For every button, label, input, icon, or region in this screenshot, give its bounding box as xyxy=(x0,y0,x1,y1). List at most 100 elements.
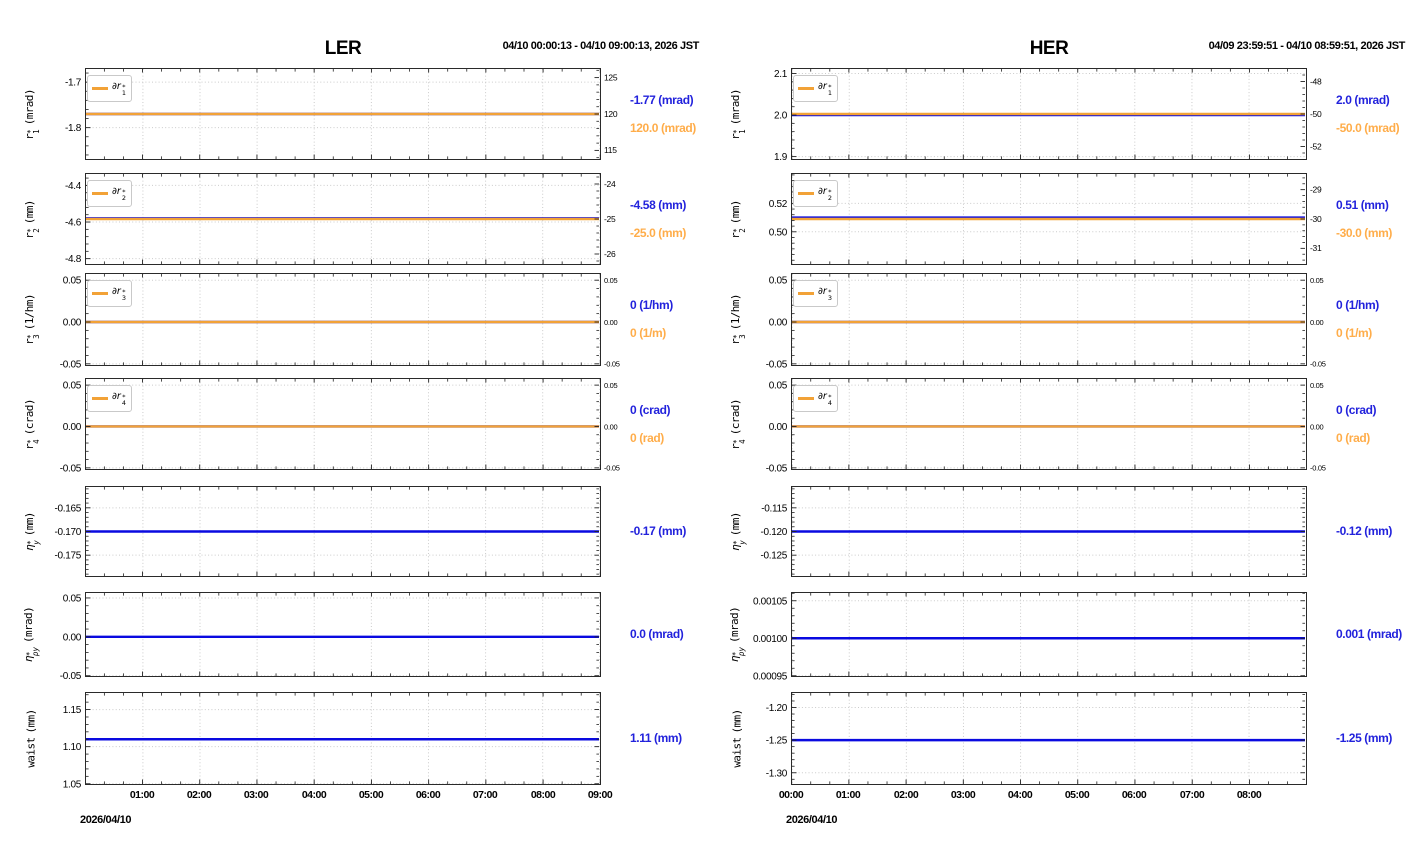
legend-line-sample xyxy=(92,87,108,90)
legend-label: ∂r * 3 xyxy=(818,286,832,302)
value-readout-r4-blue: 0 (crad) xyxy=(1336,403,1377,417)
value-readout-r2-blue: -4.58 (mm) xyxy=(630,198,687,212)
x-tick-label: 04:00 xyxy=(1007,789,1033,801)
legend-line-sample xyxy=(798,292,814,295)
svg-text:0.05: 0.05 xyxy=(1310,381,1324,390)
x-tick-label: 03:00 xyxy=(950,789,976,801)
x-axis-date-ler: 2026/04/10 xyxy=(80,814,132,826)
value-readout-r1-orange: -50.0 (mrad) xyxy=(1336,121,1400,135)
value-readout-r1-blue: -1.77 (mrad) xyxy=(630,93,694,107)
svg-text:-1.8: -1.8 xyxy=(65,123,82,134)
svg-text:-29: -29 xyxy=(1310,184,1322,194)
time-range-label-her: 04/09 23:59:51 - 04/10 08:59:51, 2026 JS… xyxy=(1208,40,1406,52)
svg-text:0.05: 0.05 xyxy=(63,276,82,287)
svg-text:0.00: 0.00 xyxy=(769,318,788,329)
x-tick-label: 02:00 xyxy=(893,789,919,801)
svg-text:2.1: 2.1 xyxy=(774,69,788,80)
panel-ler: LER 04/10 00:00:13 - 04/10 09:00:13, 202… xyxy=(0,0,706,864)
svg-text:0.00: 0.00 xyxy=(63,422,82,433)
svg-text:0.05: 0.05 xyxy=(63,593,82,604)
svg-text:-1.25: -1.25 xyxy=(766,736,788,747)
svg-text:0.05: 0.05 xyxy=(604,381,618,390)
value-readout-r2-blue: 0.51 (mm) xyxy=(1336,198,1389,212)
plot-her-r2: 0.52 0.50 -29 -30 -31 r * 2 (mm) ∂r * 2 0.51 (mm) -30… xyxy=(706,173,1412,265)
panel-her: HER 04/09 23:59:51 - 04/10 08:59:51, 202… xyxy=(706,0,1412,864)
plot-her-r3: 0.05 0.00 -0.05 0.05 0.00 -0.05 r * 3 (1/hm) ∂r * 3 0… xyxy=(706,273,1412,370)
value-readout-eta-py-blue: 0.0 (mrad) xyxy=(630,627,684,641)
legend-label: ∂r * 2 xyxy=(112,186,126,202)
svg-text:0.50: 0.50 xyxy=(769,227,788,238)
x-tick-label: 07:00 xyxy=(1179,789,1205,801)
svg-text:0.05: 0.05 xyxy=(604,276,618,285)
plot-ler-eta-y: -0.165 -0.170 -0.175 η * y (mm) -0.17 (mm) xyxy=(0,486,706,577)
x-tick-label: 08:00 xyxy=(530,789,556,801)
x-tick-label: 01:00 xyxy=(129,789,155,801)
svg-text:0.00095: 0.00095 xyxy=(753,671,788,682)
svg-text:-50: -50 xyxy=(1310,109,1322,119)
svg-text:-0.120: -0.120 xyxy=(760,527,787,538)
svg-text:-0.05: -0.05 xyxy=(1310,464,1326,473)
x-tick-label: 06:00 xyxy=(415,789,441,801)
svg-text:0.00: 0.00 xyxy=(604,422,618,431)
svg-text:1.05: 1.05 xyxy=(63,779,82,790)
svg-text:-0.170: -0.170 xyxy=(54,527,81,538)
svg-text:-0.115: -0.115 xyxy=(761,503,788,514)
plot-ler-r1: -1.7 -1.8 125 120 115 r * 1 (mrad) ∂r * 1 -1.77 (mra… xyxy=(0,68,706,160)
value-readout-r2-orange: -25.0 (mm) xyxy=(630,226,687,240)
svg-text:0.00: 0.00 xyxy=(1310,318,1324,327)
svg-text:0.05: 0.05 xyxy=(769,381,788,392)
x-axis-date-her: 2026/04/10 xyxy=(786,814,838,826)
svg-text:-1.7: -1.7 xyxy=(65,78,82,89)
x-tick-label: 02:00 xyxy=(186,789,212,801)
svg-text:-4.6: -4.6 xyxy=(65,218,82,229)
svg-text:-52: -52 xyxy=(1310,141,1322,151)
svg-text:-0.05: -0.05 xyxy=(766,359,788,370)
x-tick-label: 03:00 xyxy=(243,789,269,801)
legend-line-sample xyxy=(798,192,814,195)
legend-r2: ∂r * 2 xyxy=(87,180,132,207)
legend-r3: ∂r * 3 xyxy=(793,280,838,307)
svg-text:120: 120 xyxy=(604,109,618,119)
legend-r1: ∂r * 1 xyxy=(87,75,132,102)
svg-text:1.10: 1.10 xyxy=(63,742,82,753)
svg-text:-24: -24 xyxy=(604,179,616,189)
x-tick-label: 05:00 xyxy=(1064,789,1090,801)
svg-text:0.05: 0.05 xyxy=(1310,276,1324,285)
legend-label: ∂r * 4 xyxy=(818,391,832,407)
plot-ler-waist: 1.15 1.10 1.05 waist(mm) 1.11 (mm) xyxy=(0,692,706,790)
svg-text:-0.05: -0.05 xyxy=(60,671,82,682)
svg-text:-4.8: -4.8 xyxy=(65,254,82,265)
svg-text:0.05: 0.05 xyxy=(63,381,82,392)
x-tick-label: 09:00 xyxy=(587,789,613,801)
plot-canvas: 0.05 0.00 -0.05 xyxy=(60,592,601,682)
value-readout-r3-orange: 0 (1/m) xyxy=(1336,326,1372,340)
plot-her-eta-py: 0.00105 0.00100 0.00095 η * py (mrad) 0.001 (mr… xyxy=(706,592,1412,682)
svg-text:-4.4: -4.4 xyxy=(65,181,82,192)
svg-text:1.15: 1.15 xyxy=(63,705,82,716)
svg-text:-0.05: -0.05 xyxy=(60,463,82,474)
plot-canvas: -0.165 -0.170 -0.175 xyxy=(54,486,601,577)
plot-her-r4: 0.05 0.00 -0.05 0.05 0.00 -0.05 r * 4 (crad) ∂r * 4 0… xyxy=(706,378,1412,474)
svg-text:2.0: 2.0 xyxy=(774,111,788,122)
value-readout-r3-blue: 0 (1/hm) xyxy=(630,298,673,312)
legend-line-sample xyxy=(92,192,108,195)
legend-label: ∂r * 4 xyxy=(112,391,126,407)
plot-canvas: 0.00105 0.00100 0.00095 xyxy=(753,592,1307,682)
legend-r3: ∂r * 3 xyxy=(87,280,132,307)
plot-ler-r2: -4.4 -4.6 -4.8 -24 -25 -26 r * 2 (mm) ∂r * 2 -4.58 (m… xyxy=(0,173,706,265)
svg-text:0.00105: 0.00105 xyxy=(753,596,788,607)
value-readout-r1-blue: 2.0 (mrad) xyxy=(1336,93,1390,107)
value-readout-r4-blue: 0 (crad) xyxy=(630,403,671,417)
svg-text:-26: -26 xyxy=(604,249,616,259)
value-readout-waist-blue: 1.11 (mm) xyxy=(630,731,682,745)
legend-line-sample xyxy=(798,87,814,90)
legend-label: ∂r * 3 xyxy=(112,286,126,302)
value-readout-r1-orange: 120.0 (mrad) xyxy=(630,121,696,135)
svg-text:-0.175: -0.175 xyxy=(54,551,81,562)
legend-line-sample xyxy=(798,397,814,400)
plot-her-eta-y: -0.115 -0.120 -0.125 η * y (mm) -0.12 (mm) xyxy=(706,486,1412,577)
value-readout-r3-orange: 0 (1/m) xyxy=(630,326,666,340)
svg-text:-0.05: -0.05 xyxy=(60,359,82,370)
svg-text:0.00: 0.00 xyxy=(1310,422,1324,431)
plot-ler-r3: 0.05 0.00 -0.05 0.05 0.00 -0.05 r * 3 (1/hm) ∂r * 3 0… xyxy=(0,273,706,370)
